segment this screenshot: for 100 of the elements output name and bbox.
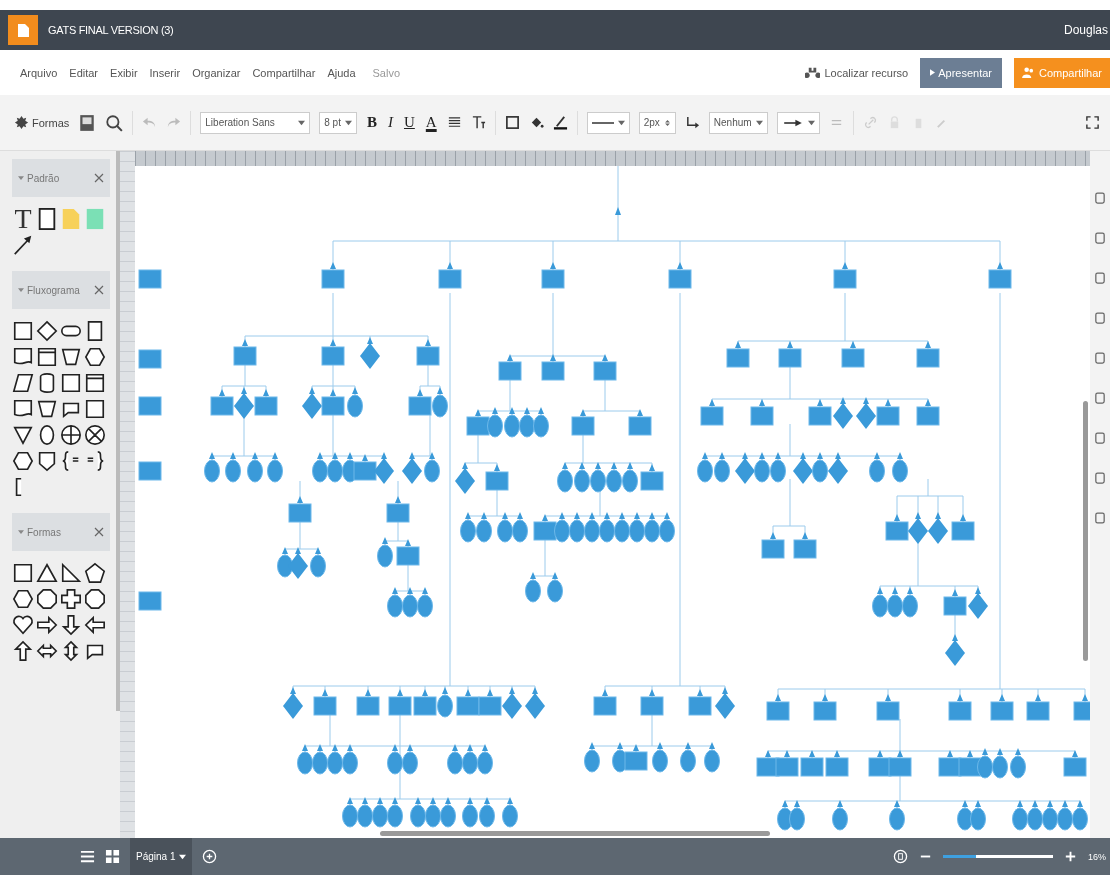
align-icon[interactable] xyxy=(446,115,462,130)
side-panel-icon[interactable] xyxy=(1095,311,1105,325)
cross-shape-icon[interactable] xyxy=(60,587,82,611)
arrow-left-icon[interactable] xyxy=(84,613,106,637)
text-options-icon[interactable] xyxy=(470,115,486,130)
menu-item[interactable]: Editar xyxy=(69,66,99,79)
panel-scrollbar[interactable] xyxy=(116,151,120,711)
shapes-button[interactable]: Formas xyxy=(14,115,70,130)
side-panel-icon[interactable] xyxy=(1095,271,1105,285)
caret-icon xyxy=(617,119,625,126)
caret-icon xyxy=(807,119,815,126)
side-panel-icon[interactable] xyxy=(1095,191,1105,205)
caret-icon xyxy=(344,119,352,126)
stored-data-icon[interactable] xyxy=(36,345,58,369)
menu-item[interactable]: Compartilhar xyxy=(252,66,316,79)
heart-icon[interactable] xyxy=(12,613,34,637)
side-panel-icon[interactable] xyxy=(1095,351,1105,365)
collapse-caret-icon[interactable] xyxy=(18,530,24,534)
line-width-stepper[interactable]: 2px xyxy=(638,111,676,134)
panel-header[interactable]: Padrão xyxy=(12,159,110,197)
close-icon[interactable] xyxy=(94,173,104,183)
fullscreen-icon[interactable] xyxy=(1085,115,1100,130)
page-tab[interactable]: Página 1 xyxy=(130,838,193,875)
parallelogram-icon[interactable] xyxy=(12,371,34,395)
collapse-caret-icon[interactable] xyxy=(18,176,24,180)
menu-item[interactable]: Arquivo xyxy=(20,66,58,79)
circle-cross-icon[interactable] xyxy=(60,423,82,447)
text-format-button[interactable]: A xyxy=(424,114,438,131)
close-icon[interactable] xyxy=(94,527,104,537)
arrow-icon xyxy=(781,118,804,127)
zoom-percentage: 16% xyxy=(1088,851,1106,862)
square-icon[interactable] xyxy=(12,561,34,585)
text-format-button[interactable]: I xyxy=(387,114,394,131)
shield-shape-icon[interactable] xyxy=(36,449,58,473)
panel-header[interactable]: Fluxograma xyxy=(12,271,110,309)
text-format-button[interactable]: B xyxy=(365,114,378,131)
search-icon[interactable] xyxy=(105,113,124,132)
square-icon[interactable] xyxy=(12,319,34,343)
font-size-dropdown[interactable]: 8 pt xyxy=(319,111,357,134)
horizontal-scrollbar[interactable] xyxy=(380,831,770,836)
caret-icon xyxy=(179,853,187,860)
square-icon[interactable] xyxy=(60,371,82,395)
octagon-icon[interactable] xyxy=(84,587,106,611)
arrow-up-icon[interactable] xyxy=(12,639,34,663)
panel-title: Fluxograma xyxy=(27,284,81,296)
side-panel-icon[interactable] xyxy=(1095,431,1105,445)
side-panel-icon[interactable] xyxy=(1095,471,1105,485)
stored-data-icon[interactable] xyxy=(84,371,106,395)
list-view-icon[interactable] xyxy=(80,849,95,864)
arrow-right-icon[interactable] xyxy=(36,613,58,637)
save-status: Salvo xyxy=(372,66,401,79)
right-triangle-icon[interactable] xyxy=(60,561,82,585)
hexagon-icon[interactable] xyxy=(12,587,34,611)
menu-item[interactable]: Ajuda xyxy=(327,66,356,79)
line-style-dropdown[interactable] xyxy=(586,111,630,134)
border-icon[interactable] xyxy=(504,115,520,130)
zoom-in-icon[interactable] xyxy=(1063,849,1078,864)
panel-title: Padrão xyxy=(27,172,61,184)
octagon-icon[interactable] xyxy=(36,587,58,611)
square-icon[interactable] xyxy=(84,397,106,421)
panel-header[interactable]: Formas xyxy=(12,513,110,551)
gear-icon xyxy=(14,115,29,130)
panel-title: Formas xyxy=(27,526,62,538)
document-title: GATS FINAL VERSION (3) xyxy=(48,24,174,36)
side-panel-icon[interactable] xyxy=(1095,511,1105,525)
close-icon[interactable] xyxy=(94,285,104,295)
side-panel-icon[interactable] xyxy=(1095,391,1105,405)
find-resource-link[interactable]: Localizar recurso xyxy=(824,66,909,79)
line-color-icon[interactable] xyxy=(552,115,568,130)
line-start-dropdown[interactable]: Nenhum xyxy=(708,111,768,134)
page-settings-icon[interactable] xyxy=(78,113,97,132)
binoculars-icon[interactable] xyxy=(805,65,821,80)
arrow-down-icon[interactable] xyxy=(60,613,82,637)
connector-icon[interactable] xyxy=(684,115,700,130)
pentagon-icon[interactable] xyxy=(84,561,106,585)
circle-x-icon[interactable] xyxy=(84,423,106,447)
text-tool[interactable]: T xyxy=(12,207,34,231)
collapse-caret-icon[interactable] xyxy=(18,288,24,292)
font-dropdown[interactable]: Liberation Sans xyxy=(200,111,311,134)
menu-item[interactable]: Exibir xyxy=(110,66,138,79)
diamond-icon[interactable] xyxy=(36,319,58,343)
grid-view-icon[interactable] xyxy=(105,849,120,864)
present-button[interactable]: Apresentar xyxy=(920,57,1003,88)
stepper-icon xyxy=(663,119,671,126)
arrow-icon[interactable] xyxy=(12,233,34,257)
vertical-scrollbar[interactable] xyxy=(1083,401,1088,661)
zoom-reset-icon[interactable] xyxy=(893,849,908,864)
menu-item[interactable]: Inserir xyxy=(149,66,181,79)
user-name[interactable]: Douglas xyxy=(1063,23,1108,37)
hexagon-icon[interactable] xyxy=(84,345,106,369)
triangle-icon[interactable] xyxy=(36,561,58,585)
caret-icon xyxy=(298,119,306,126)
zoom-slider-track[interactable] xyxy=(943,855,1053,858)
text-format-button[interactable]: U xyxy=(403,114,416,131)
rectangle-icon[interactable] xyxy=(36,207,58,231)
hexagon-icon[interactable] xyxy=(12,449,34,473)
side-panel-icon[interactable] xyxy=(1095,231,1105,245)
line-end-dropdown[interactable] xyxy=(776,111,820,134)
menu-item[interactable]: Organizar xyxy=(192,66,241,79)
add-page-icon[interactable] xyxy=(202,849,218,864)
